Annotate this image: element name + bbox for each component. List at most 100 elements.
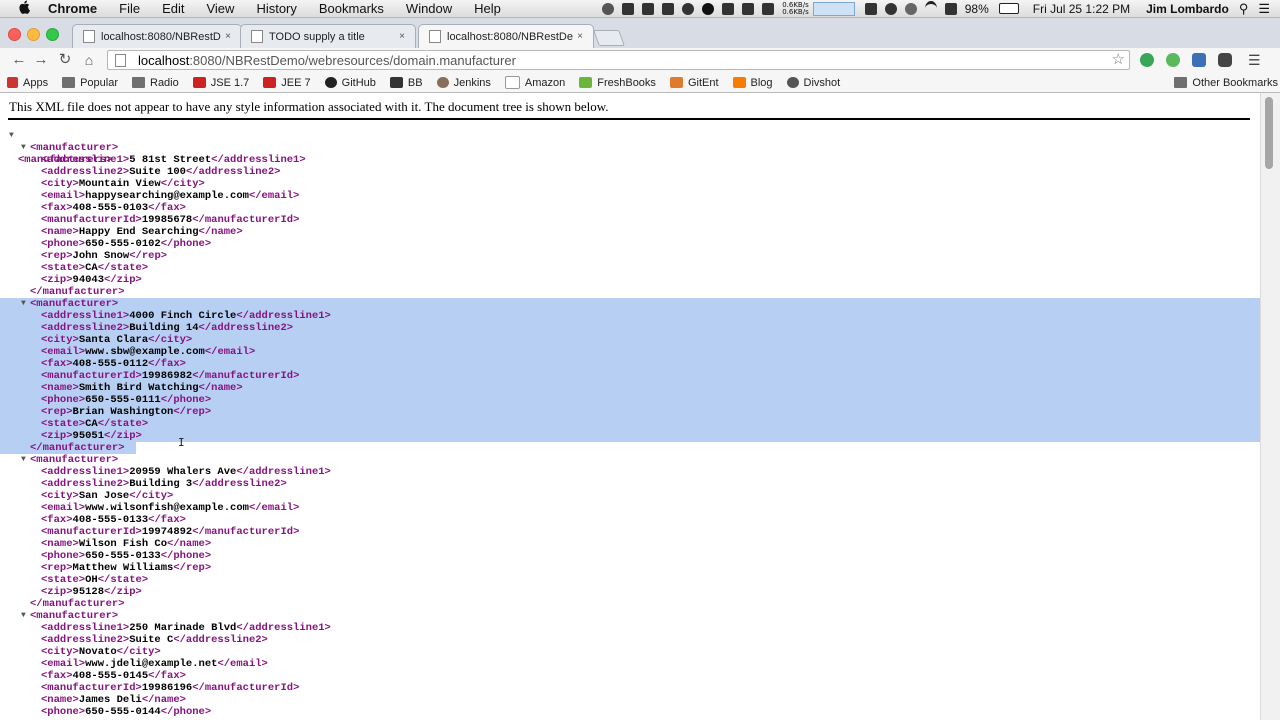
xml-line: <email>www.wilsonfish@example.com</email… (0, 502, 1260, 514)
page-info-icon[interactable] (115, 53, 126, 67)
bookmark-jse[interactable]: JSE 1.7 (192, 77, 249, 89)
xml-close-tag: </manufacturerId> (192, 214, 300, 226)
xml-line: <phone>650-555-0133</phone> (0, 550, 1260, 562)
collapse-triangle-icon[interactable]: ▼ (21, 610, 26, 622)
monitor-icon[interactable] (864, 2, 877, 15)
xml-close-tag: </fax> (148, 670, 186, 682)
bookmark-jenkins[interactable]: Jenkins (436, 77, 491, 89)
collapse-triangle-icon[interactable]: ▼ (21, 298, 26, 310)
collapse-triangle-icon[interactable]: ▼ (21, 142, 26, 154)
bookmark-amazon[interactable]: Amazon (504, 76, 565, 89)
github-icon (324, 77, 337, 88)
tab-2[interactable]: TODO supply a title × (240, 24, 416, 48)
apple-menu-icon[interactable] (18, 0, 32, 17)
xml-open-tag: <addressline2> (41, 478, 130, 490)
menu-bookmarks[interactable]: Bookmarks (319, 1, 384, 16)
bluetooth-icon[interactable] (904, 2, 917, 15)
network-graph (812, 1, 855, 16)
menu-view[interactable]: View (206, 1, 234, 16)
xml-element: <email>www.wilsonfish@example.com</email… (41, 502, 299, 514)
wifi-icon[interactable] (924, 1, 937, 16)
bookmark-jee[interactable]: JEE 7 (263, 77, 311, 89)
extension-icon-2[interactable] (1166, 53, 1180, 67)
tab-title: localhost:8080/NBRestDem (101, 30, 221, 43)
window-close-button[interactable] (8, 28, 21, 41)
xml-element: <name>Wilson Fish Co</name> (41, 538, 211, 550)
scrollbar-thumb[interactable] (1265, 97, 1273, 169)
xml-element: <addressline2>Building 14</addressline2> (41, 322, 293, 334)
clipboard-icon[interactable] (762, 2, 775, 15)
menu-file[interactable]: File (119, 1, 140, 16)
xml-line: ▼ <manufacturer> (0, 142, 1260, 154)
bookmark-github[interactable]: GitHub (324, 77, 376, 89)
battery-icon[interactable] (998, 3, 1019, 14)
tab-close-icon[interactable]: × (573, 31, 587, 42)
growl-icon[interactable] (722, 2, 735, 15)
spotlight-search-icon[interactable]: ⚲ (1239, 1, 1249, 17)
vertical-scrollbar[interactable] (1260, 93, 1280, 720)
reload-icon[interactable]: ↻ (56, 51, 74, 69)
xml-open-tag: <addressline1> (41, 466, 130, 478)
xml-line: <addressline2>Building 3</addressline2> (0, 478, 1260, 490)
window-manager-icon[interactable] (642, 2, 655, 15)
tab-close-icon[interactable]: × (221, 31, 235, 42)
back-arrow-icon[interactable]: ← (10, 51, 28, 69)
xml-text-value: Building 3 (129, 478, 193, 490)
menubar-clock[interactable]: Fri Jul 25 1:22 PM (1033, 2, 1130, 16)
evernote-icon[interactable] (702, 2, 715, 15)
folder-icon (62, 77, 76, 88)
adobe-icon[interactable] (662, 2, 675, 15)
notification-bell-icon[interactable] (682, 2, 695, 15)
xml-open-tag: <fax> (41, 670, 73, 682)
xml-open-tag: <email> (41, 346, 86, 358)
bookmark-star-icon[interactable]: ☆ (1112, 51, 1125, 69)
menubar-user[interactable]: Jim Lombardo (1146, 2, 1229, 16)
tab-close-icon[interactable]: × (395, 31, 409, 42)
skype-icon[interactable] (622, 2, 635, 15)
extension-icon-1[interactable] (1140, 53, 1154, 67)
menu-window[interactable]: Window (406, 1, 452, 16)
new-tab-button[interactable] (593, 30, 625, 46)
net-down-speed: 0.6KB/s (782, 7, 809, 16)
xml-line: <manufacturerId>19985678</manufacturerId… (0, 214, 1260, 226)
pocket-icon[interactable] (1218, 53, 1232, 67)
bookmark-gitent[interactable]: GitEnt (669, 77, 719, 89)
home-icon[interactable]: ⌂ (80, 51, 98, 69)
blogger-icon (732, 77, 746, 88)
window-minimize-button[interactable] (27, 28, 40, 41)
time-machine-icon[interactable] (884, 2, 897, 15)
address-bar-url[interactable]: localhost:8080/NBRestDemo/webresources/d… (138, 53, 516, 68)
bookmark-apps[interactable]: Apps (7, 77, 48, 89)
address-bar[interactable]: localhost:8080/NBRestDemo/webresources/d… (107, 50, 1130, 70)
forward-arrow-icon[interactable]: → (32, 51, 50, 69)
bookmark-other-bookmarks[interactable]: Other Bookmarks (1174, 77, 1278, 89)
bookmark-blog[interactable]: Blog (732, 77, 773, 89)
dropbox-icon[interactable] (742, 2, 755, 15)
notification-center-icon[interactable]: ☰ (1258, 1, 1270, 17)
xml-element: <email>happysearching@example.com</email… (41, 190, 299, 202)
chrome-menu-icon[interactable]: ☰ (1248, 53, 1262, 67)
menu-edit[interactable]: Edit (162, 1, 184, 16)
menu-help[interactable]: Help (474, 1, 501, 16)
extension-icon-3[interactable] (1192, 53, 1206, 67)
menu-history[interactable]: History (256, 1, 296, 16)
tab-title: TODO supply a title (269, 30, 365, 43)
menu-app-chrome[interactable]: Chrome (48, 1, 97, 16)
xml-text-value: Suite 100 (129, 166, 186, 178)
window-zoom-button[interactable] (46, 28, 59, 41)
bookmark-radio[interactable]: Radio (132, 77, 179, 89)
bookmark-freshbooks[interactable]: FreshBooks (579, 77, 656, 89)
collapse-triangle-icon[interactable]: ▼ (21, 454, 26, 466)
bookmark-popular[interactable]: Popular (62, 77, 118, 89)
bookmark-divshot[interactable]: Divshot (786, 77, 840, 89)
lock-status-icon[interactable] (602, 2, 615, 15)
tab-1[interactable]: localhost:8080/NBRestDem × (72, 24, 242, 48)
xml-close-tag: </email> (217, 658, 268, 670)
volume-icon[interactable] (944, 2, 957, 15)
xml-text-value: 408-555-0145 (72, 670, 149, 682)
xml-text-value: Smith Bird Watching (78, 382, 199, 394)
collapse-triangle-icon[interactable]: ▼ (9, 130, 14, 142)
tab-3-active[interactable]: localhost:8080/NBRestDem × (418, 24, 594, 48)
bookmark-bb[interactable]: BB (389, 77, 423, 89)
battery-percent[interactable]: 98% (965, 2, 989, 16)
